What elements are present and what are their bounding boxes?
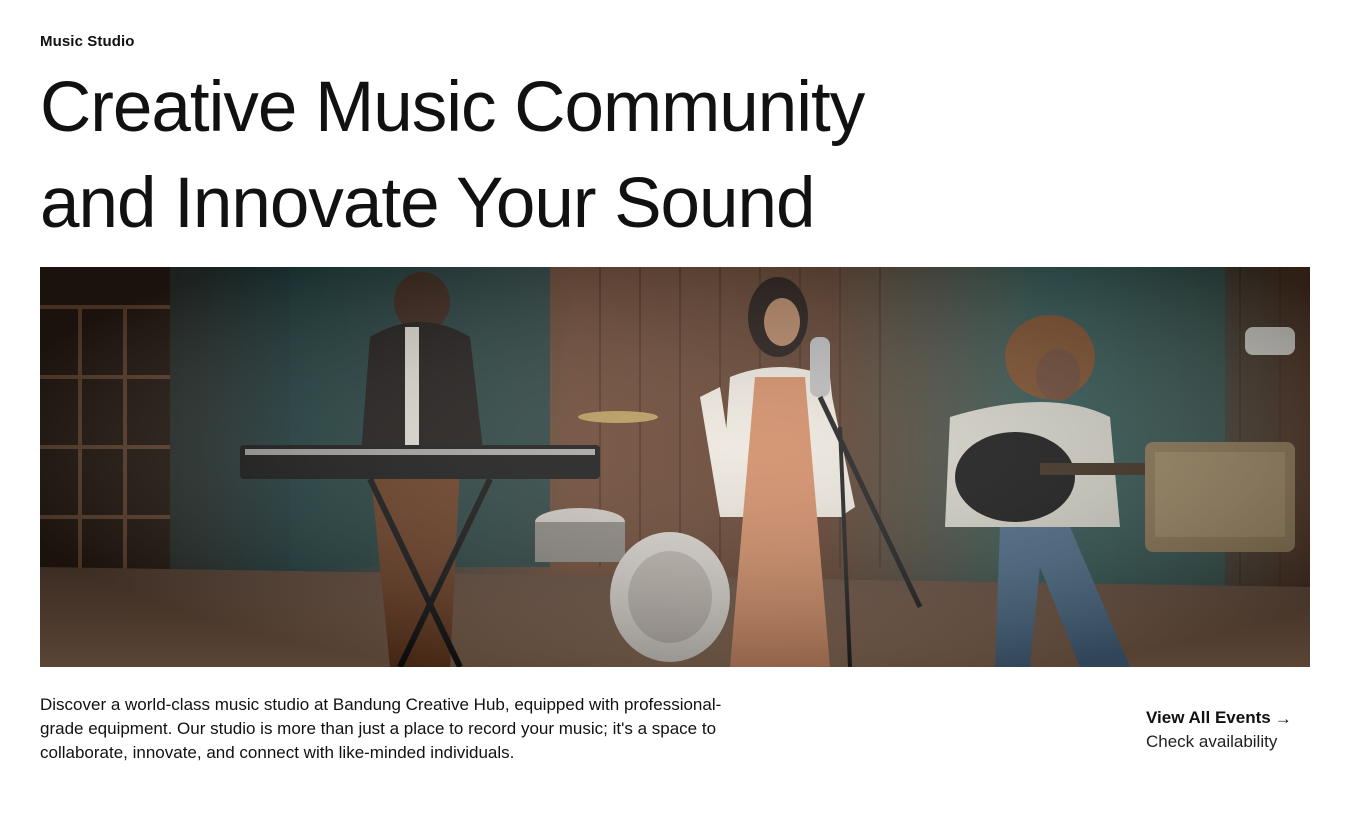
page: Music Studio Creative Music Community an… [0,0,1360,819]
section-eyebrow: Music Studio [40,33,135,50]
page-title: Creative Music Community and Innovate Yo… [40,60,1040,252]
page-title-line-2: and Innovate Your Sound [40,164,816,243]
studio-photo [40,267,1310,667]
studio-description: Discover a world-class music studio at B… [40,695,722,762]
hero-image [40,267,1310,667]
arrow-right-icon: → [1274,708,1292,728]
view-all-events-label: View All Events [1146,708,1271,727]
check-availability-text: Check availability [1146,732,1278,751]
cta-block: View All Events → Check availability [1146,706,1326,754]
page-title-line-1: Creative Music Community [40,68,865,147]
view-all-events-link[interactable]: View All Events → [1146,706,1326,730]
